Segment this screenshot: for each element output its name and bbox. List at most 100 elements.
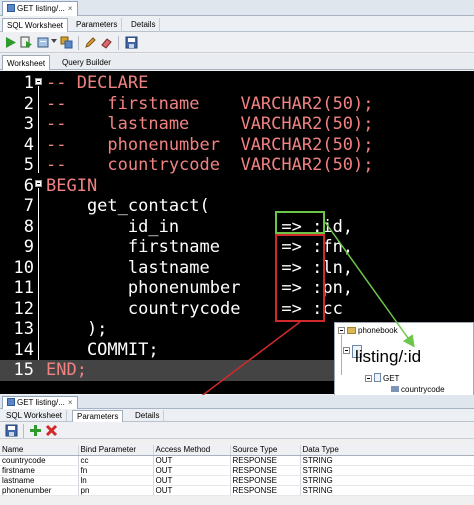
tree-node-get[interactable]: GET bbox=[365, 373, 399, 383]
line-number: 10 bbox=[13, 257, 34, 278]
code-line: 10 lastname => :ln, bbox=[0, 258, 474, 279]
code-text: BEGIN bbox=[46, 175, 98, 196]
code-line: 11 phonenumber => :pn, bbox=[0, 278, 474, 299]
cell-source-type[interactable]: RESPONSE bbox=[230, 465, 301, 476]
rest-handler-icon bbox=[7, 4, 15, 12]
code-text: lastname => :ln, bbox=[46, 257, 354, 278]
code-text: firstname => :fn, bbox=[46, 237, 354, 257]
cell-data-type[interactable]: STRING bbox=[300, 485, 474, 496]
code-line: 6 BEGIN bbox=[0, 176, 474, 197]
cell-data-type[interactable]: STRING bbox=[300, 475, 474, 486]
worksheet-toolbar bbox=[0, 33, 474, 53]
document-tab-get-listing[interactable]: GET listing/... × bbox=[2, 396, 78, 409]
tab-query-builder[interactable]: Query Builder bbox=[58, 55, 115, 70]
table-row[interactable]: phonenumber pn OUT RESPONSE STRING bbox=[0, 485, 474, 496]
cell-access-method[interactable]: OUT bbox=[153, 465, 231, 476]
run-script-icon[interactable] bbox=[20, 36, 33, 49]
code-line: 9 firstname => :fn, bbox=[0, 237, 474, 258]
document-tab-label: GET listing/... bbox=[17, 4, 65, 13]
chevron-down-icon[interactable] bbox=[51, 39, 57, 43]
column-header-data-type[interactable]: Data Type bbox=[300, 445, 474, 456]
clear-eraser-icon[interactable] bbox=[100, 36, 113, 49]
document-tab-label: GET listing/... bbox=[17, 398, 65, 407]
line-number: 4 bbox=[23, 134, 34, 155]
tree-guide-line bbox=[341, 335, 342, 375]
collapse-icon[interactable] bbox=[365, 375, 372, 382]
column-header-source-type[interactable]: Source Type bbox=[230, 445, 301, 456]
code-text: -- firstname VARCHAR2(50); bbox=[46, 93, 374, 114]
cell-data-type[interactable]: STRING bbox=[300, 455, 474, 466]
line-number: 11 bbox=[13, 278, 34, 298]
collapse-icon[interactable] bbox=[338, 327, 345, 334]
toolbar-separator bbox=[23, 424, 24, 438]
pencil-icon[interactable] bbox=[84, 36, 97, 49]
cell-access-method[interactable]: OUT bbox=[153, 455, 231, 466]
line-number: 15 bbox=[13, 360, 34, 380]
bottom-document-tabbar: GET listing/... × bbox=[0, 395, 474, 409]
autotrace-icon[interactable] bbox=[37, 36, 50, 49]
close-icon[interactable]: × bbox=[68, 398, 73, 407]
tab-worksheet[interactable]: Worksheet bbox=[2, 55, 51, 70]
code-text: END; bbox=[46, 360, 87, 380]
run-statement-icon[interactable] bbox=[4, 36, 17, 49]
cell-bind-parameter[interactable]: fn bbox=[78, 465, 154, 476]
column-header-name[interactable]: Name bbox=[0, 445, 79, 456]
bottom-subtabs: SQL Worksheet Parameters Details bbox=[0, 409, 474, 422]
cell-name[interactable]: countrycode bbox=[0, 455, 79, 466]
cell-source-type[interactable]: RESPONSE bbox=[230, 475, 301, 486]
save-icon[interactable] bbox=[5, 424, 18, 437]
add-icon[interactable] bbox=[29, 424, 42, 437]
code-line: 3 -- lastname VARCHAR2(50); bbox=[0, 114, 474, 135]
tab-details[interactable]: Details bbox=[127, 18, 161, 32]
cell-source-type[interactable]: RESPONSE bbox=[230, 455, 301, 466]
parameter-icon bbox=[391, 386, 399, 392]
table-row[interactable]: countrycode cc OUT RESPONSE STRING bbox=[0, 455, 474, 466]
tree-label-listing: listing/:id bbox=[355, 347, 422, 366]
cell-source-type[interactable]: RESPONSE bbox=[230, 485, 301, 496]
code-text: -- lastname VARCHAR2(50); bbox=[46, 114, 374, 134]
code-line: 5 -- countrycode VARCHAR2(50); bbox=[0, 155, 474, 176]
line-number: 2 bbox=[23, 93, 34, 114]
line-number: 14 bbox=[13, 339, 34, 360]
folder-icon bbox=[347, 327, 356, 334]
collapse-icon[interactable] bbox=[343, 347, 350, 354]
cell-name[interactable]: phonenumber bbox=[0, 485, 79, 496]
tab-parameters[interactable]: Parameters bbox=[72, 18, 123, 32]
code-text: COMMIT; bbox=[46, 339, 159, 360]
tab-parameters[interactable]: Parameters bbox=[72, 410, 124, 422]
tree-node-phonebook[interactable]: phonebook bbox=[338, 326, 398, 335]
line-number: 5 bbox=[23, 155, 34, 175]
parameters-toolbar bbox=[0, 422, 474, 439]
code-text: ); bbox=[46, 319, 108, 339]
cell-access-method[interactable]: OUT bbox=[153, 475, 231, 486]
tab-details[interactable]: Details bbox=[131, 410, 165, 422]
toolbar-separator bbox=[78, 36, 79, 50]
table-row[interactable]: firstname fn OUT RESPONSE STRING bbox=[0, 465, 474, 476]
top-document-tabbar: GET listing/... × bbox=[0, 0, 474, 16]
table-row[interactable]: lastname ln OUT RESPONSE STRING bbox=[0, 475, 474, 486]
cell-name[interactable]: firstname bbox=[0, 465, 79, 476]
line-number: 1 bbox=[23, 73, 34, 93]
document-tab-get-listing[interactable]: GET listing/... × bbox=[2, 1, 78, 16]
tab-sql-worksheet[interactable]: SQL Worksheet bbox=[2, 410, 68, 422]
column-header-access-method[interactable]: Access Method bbox=[153, 445, 231, 456]
tab-sql-worksheet[interactable]: SQL Worksheet bbox=[2, 18, 69, 32]
explain-plan-icon[interactable] bbox=[60, 36, 73, 49]
delete-icon[interactable] bbox=[45, 424, 58, 437]
cell-bind-parameter[interactable]: pn bbox=[78, 485, 154, 496]
line-number: 12 bbox=[13, 298, 34, 319]
close-icon[interactable]: × bbox=[68, 4, 73, 13]
cell-bind-parameter[interactable]: ln bbox=[78, 475, 154, 486]
code-text: -- DECLARE bbox=[46, 73, 149, 93]
cell-access-method[interactable]: OUT bbox=[153, 485, 231, 496]
line-number: 9 bbox=[23, 237, 34, 257]
navigator-tree-inset: phonebook listing/:id GET countrycode bbox=[334, 322, 474, 396]
code-text: id_in => :id, bbox=[46, 216, 354, 237]
toolbar-separator bbox=[118, 36, 119, 50]
column-header-bind-parameter[interactable]: Bind Parameter bbox=[78, 445, 154, 456]
cell-name[interactable]: lastname bbox=[0, 475, 79, 486]
save-icon[interactable] bbox=[125, 36, 138, 49]
tree-node-countrycode[interactable]: countrycode bbox=[391, 385, 445, 394]
cell-bind-parameter[interactable]: cc bbox=[78, 455, 154, 466]
cell-data-type[interactable]: STRING bbox=[300, 465, 474, 476]
